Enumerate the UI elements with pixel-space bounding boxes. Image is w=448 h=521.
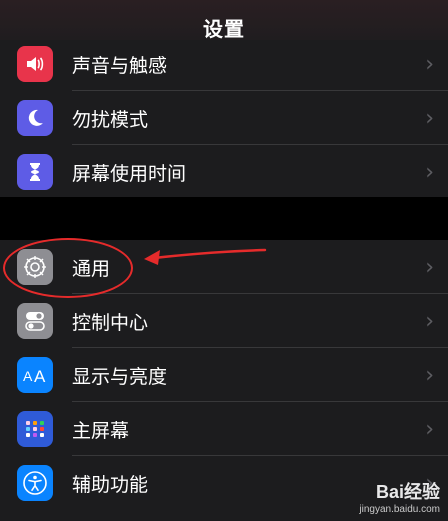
accessibility-icon [17, 465, 53, 501]
chevron-right-icon: › [425, 362, 434, 388]
svg-text:A: A [23, 368, 33, 384]
chevron-right-icon: › [425, 254, 434, 280]
speaker-icon [17, 46, 53, 82]
settings-row-sounds[interactable]: 声音与触感 › [0, 37, 448, 91]
svg-text:A: A [34, 367, 46, 386]
settings-row-home-screen[interactable]: 主屏幕 › [0, 402, 448, 456]
settings-row-do-not-disturb[interactable]: 勿扰模式 › [0, 91, 448, 145]
settings-row-label: 显示与亮度 [72, 365, 168, 388]
settings-row-label: 声音与触感 [72, 54, 168, 77]
watermark-brand: Bai经验 [375, 482, 440, 502]
chevron-right-icon: › [425, 159, 434, 185]
chevron-right-icon: › [425, 51, 434, 77]
settings-group-1: 声音与触感 › 勿扰模式 › 屏幕使用时间 › [0, 40, 448, 197]
home-grid-icon [17, 411, 53, 447]
settings-row-display-brightness[interactable]: A A 显示与亮度 › [0, 348, 448, 402]
highlight-ellipse [3, 238, 133, 298]
settings-row-control-center[interactable]: 控制中心 › [0, 294, 448, 348]
moon-icon [17, 100, 53, 136]
toggles-icon [17, 303, 53, 339]
annotation-arrow-icon [144, 248, 267, 265]
settings-row-screen-time[interactable]: 屏幕使用时间 › [0, 145, 448, 199]
hourglass-icon [17, 154, 53, 190]
watermark: Bai经验 jingyan.baidu.com [359, 478, 440, 515]
settings-row-label: 屏幕使用时间 [72, 162, 187, 185]
settings-row-label: 勿扰模式 [72, 108, 149, 131]
chevron-right-icon: › [425, 416, 434, 442]
text-size-icon: A A [17, 357, 53, 393]
settings-row-label: 主屏幕 [72, 419, 130, 442]
settings-row-label: 辅助功能 [72, 473, 149, 496]
group-spacer [0, 197, 448, 240]
chevron-right-icon: › [425, 308, 434, 334]
watermark-url: jingyan.baidu.com [359, 504, 440, 515]
chevron-right-icon: › [425, 105, 434, 131]
settings-row-label: 控制中心 [72, 311, 149, 334]
